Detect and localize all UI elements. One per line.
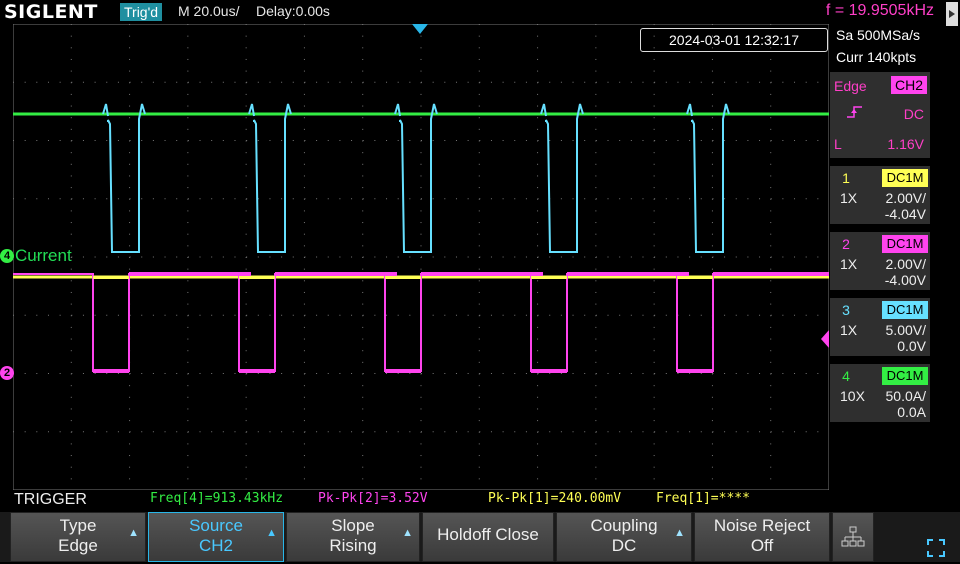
ch1-segment bbox=[531, 276, 567, 279]
trigger-level-prefix: L bbox=[834, 136, 842, 152]
network-icon bbox=[841, 526, 865, 547]
ch2-pulse-high bbox=[129, 272, 251, 276]
holdoff-softkey-title: Holdoff Close bbox=[437, 525, 539, 544]
ch1-probe: 1X bbox=[840, 190, 858, 206]
softkey-bar: Type Edge ▲ Source CH2 ▲ Slope Rising ▲ … bbox=[0, 512, 960, 562]
frequency-counter: f = 19.9505kHz bbox=[825, 2, 934, 19]
timebase-readout[interactable]: M 20.0us/ bbox=[178, 3, 239, 19]
rising-edge-icon bbox=[846, 104, 864, 123]
ch2-offset: -4.00V bbox=[884, 272, 926, 288]
waveform-canvas[interactable] bbox=[13, 24, 829, 490]
ch2-pulse-low bbox=[93, 369, 129, 373]
ch3-coupling: DC1M bbox=[882, 301, 928, 319]
trigger-coupling: DC bbox=[903, 106, 924, 122]
source-softkey[interactable]: Source CH2 ▲ bbox=[148, 512, 284, 562]
ch4-scale: 50.0A/ bbox=[885, 388, 926, 404]
ch2-scale: 2.00V/ bbox=[885, 256, 926, 272]
ch2-pulse-low bbox=[677, 369, 713, 373]
coupling-softkey[interactable]: Coupling DC ▲ bbox=[556, 512, 692, 562]
coupling-softkey-value: DC bbox=[611, 536, 637, 555]
ch4-info[interactable]: 4 DC1M 10X 50.0A/ 0.0A bbox=[830, 364, 930, 422]
measurement-pkpk-ch2: Pk-Pk[2]=3.52V bbox=[318, 491, 428, 506]
date-time-display: 2024-03-01 12:32:17 bbox=[640, 28, 828, 52]
ch1-coupling: DC1M bbox=[882, 169, 928, 187]
noise-reject-softkey-title: Noise Reject bbox=[713, 516, 811, 535]
ch1-segment bbox=[385, 276, 421, 279]
slope-softkey[interactable]: Slope Rising ▲ bbox=[286, 512, 420, 562]
ch2-pulse-high bbox=[421, 272, 543, 276]
ch3-scale: 5.00V/ bbox=[885, 322, 926, 338]
trigger-type: Edge bbox=[834, 78, 867, 94]
ch4-label: Current bbox=[15, 246, 72, 265]
menu-title: TRIGGER bbox=[14, 491, 87, 508]
slope-softkey-title: Slope bbox=[331, 516, 375, 535]
source-softkey-value: CH2 bbox=[198, 536, 233, 555]
ch1-segment bbox=[239, 276, 275, 279]
ch2-pulse-high bbox=[567, 272, 689, 276]
ch2-pulse-high bbox=[713, 272, 829, 276]
up-arrow-icon: ▲ bbox=[674, 527, 685, 539]
coupling-softkey-title: Coupling bbox=[590, 516, 658, 535]
ch3-info[interactable]: 3 DC1M 1X 5.00V/ 0.0V bbox=[830, 298, 930, 356]
ch2-pulse-low bbox=[385, 369, 421, 373]
ch2-number: 2 bbox=[842, 236, 850, 252]
ch2-coupling: DC1M bbox=[882, 235, 928, 253]
ch1-info[interactable]: 1 DC1M 1X 2.00V/ -4.04V bbox=[830, 166, 930, 224]
trigger-source-badge: CH2 bbox=[890, 76, 927, 94]
sample-rate: Sa 500MSa/s bbox=[836, 27, 921, 43]
top-status-bar: SIGLENT Trig'd M 20.0us/ Delay:0.00s f =… bbox=[0, 0, 960, 26]
measurement-pkpk-ch1: Pk-Pk[1]=240.00mV bbox=[488, 491, 622, 506]
ch4-number: 4 bbox=[842, 368, 850, 384]
ch4-ground-marker[interactable]: 4 bbox=[0, 249, 14, 263]
memory-depth: Curr 140kpts bbox=[836, 49, 917, 65]
ch1-offset: -4.04V bbox=[884, 206, 926, 222]
trigger-level: 1.16V bbox=[887, 136, 924, 152]
type-softkey[interactable]: Type Edge ▲ bbox=[10, 512, 146, 562]
noise-reject-softkey-value: Off bbox=[750, 536, 774, 555]
ch2-pulse-high bbox=[275, 272, 397, 276]
ch3-number: 3 bbox=[842, 302, 850, 318]
noise-reject-softkey[interactable]: Noise Reject Off bbox=[694, 512, 830, 562]
source-softkey-title: Source bbox=[189, 516, 243, 535]
measurement-freq-ch4: Freq[4]=913.43kHz bbox=[150, 491, 284, 506]
fullscreen-icon[interactable] bbox=[926, 538, 946, 558]
ch1-segment bbox=[677, 276, 713, 279]
waveform-display[interactable] bbox=[13, 24, 829, 490]
side-panel-toggle[interactable] bbox=[946, 2, 958, 26]
ch2-pulse-low bbox=[531, 369, 567, 373]
measurement-freq-ch1: Freq[1]=**** bbox=[656, 491, 750, 506]
type-softkey-value: Edge bbox=[58, 536, 98, 555]
ch2-probe: 1X bbox=[840, 256, 858, 272]
ch2-pulse-low bbox=[239, 369, 275, 373]
up-arrow-icon: ▲ bbox=[402, 527, 413, 539]
up-arrow-icon: ▲ bbox=[266, 527, 277, 539]
type-softkey-title: Type bbox=[59, 516, 97, 535]
acquisition-info: Sa 500MSa/s Curr 140kpts bbox=[830, 24, 930, 68]
ch3-probe: 1X bbox=[840, 322, 858, 338]
ch1-number: 1 bbox=[842, 170, 850, 186]
ch4-offset: 0.0A bbox=[897, 404, 926, 420]
ch3-offset: 0.0V bbox=[897, 338, 926, 354]
delay-readout[interactable]: Delay:0.00s bbox=[256, 3, 330, 19]
network-button[interactable] bbox=[832, 512, 874, 562]
ch2-ground-marker[interactable]: 2 bbox=[0, 366, 14, 380]
chevron-right-icon bbox=[949, 10, 955, 18]
ch1-segment bbox=[93, 276, 129, 279]
ch1-scale: 2.00V/ bbox=[885, 190, 926, 206]
brand-logo: SIGLENT bbox=[4, 1, 98, 23]
ch4-probe: 10X bbox=[840, 388, 865, 404]
slope-softkey-value: Rising bbox=[329, 536, 377, 555]
up-arrow-icon: ▲ bbox=[128, 527, 139, 539]
trigger-status-badge: Trig'd bbox=[120, 3, 163, 21]
ch2-info[interactable]: 2 DC1M 1X 2.00V/ -4.00V bbox=[830, 232, 930, 290]
holdoff-softkey[interactable]: Holdoff Close bbox=[422, 512, 554, 562]
trigger-info-panel[interactable]: Edge CH2 DC L 1.16V bbox=[830, 72, 930, 158]
ch4-coupling: DC1M bbox=[882, 367, 928, 385]
